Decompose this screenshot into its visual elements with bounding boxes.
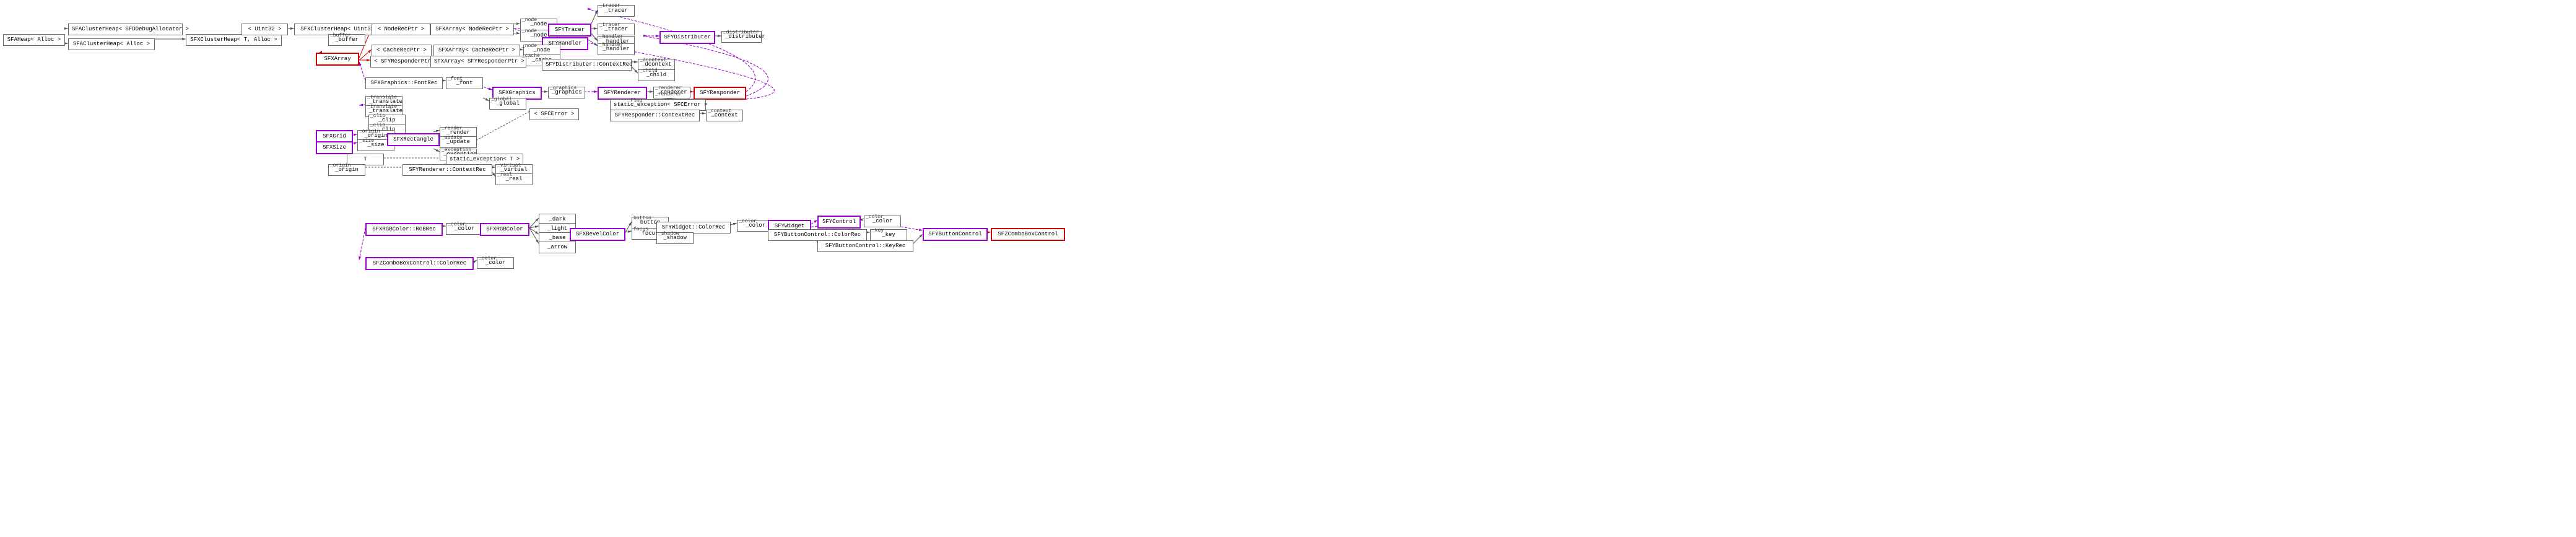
node-SFXArray_CacheRecPtr: SFXArray< CacheRecPtr > [433, 45, 520, 56]
node-arrow_label: _arrow [539, 242, 576, 253]
edge-label: _node [522, 28, 537, 34]
node-SFYDistributer: SFYDistributer [659, 31, 715, 44]
node-SFYButtonControl_ColorRec: SFYButtonControl::ColorRec [768, 229, 867, 241]
node-SFXClusterHeap_T_Alloc: SFXClusterHeap< T, Alloc > [186, 34, 282, 46]
edge-label: _dcontext [640, 58, 666, 63]
edge-label: _exception [442, 147, 471, 153]
edge-label: _context [708, 108, 731, 114]
node-SFYControl: SFYControl [817, 216, 861, 229]
node-SFAClusterHeap_Alloc: SFAClusterHeap< Alloc > [68, 38, 155, 50]
edge-label: _translate [367, 95, 397, 100]
edge-label: _node [522, 17, 537, 23]
edge-label: _distributer [723, 30, 759, 35]
edge-label: _virtual [497, 163, 521, 168]
edge-label: _size [359, 138, 374, 144]
node-SFAHeap_Alloc: SFAHeap< Alloc > [3, 34, 65, 46]
node-SFXRGBColor_RGBRec: SFXRGBColor::RGBRec [365, 223, 443, 236]
node-SFYResponder_ContextRec: SFYResponder::ContextRec [610, 110, 700, 121]
edge-label: _color [866, 214, 884, 220]
node-SFYButtonControl_KeyRec: SFYButtonControl::KeyRec [817, 240, 913, 252]
edge-label: _render [442, 126, 463, 131]
edge-label: _graphics [550, 85, 577, 91]
edge-label: _node [522, 43, 537, 49]
node-SFXRectangle: SFXRectangle [387, 133, 440, 146]
edge-label: _shadow [658, 231, 679, 237]
edge-label: _global [491, 97, 512, 102]
edge-label: _translate [367, 104, 397, 110]
edge-label: _clip [370, 113, 385, 119]
edge-label: focus [633, 227, 648, 232]
edge-label: _real [497, 172, 512, 178]
edge-label: _handler [599, 42, 623, 48]
edge-label: _tracer [599, 22, 620, 28]
node-SFYTracer: SFYTracer [548, 24, 591, 37]
edge-label: _renderer [655, 85, 682, 91]
node-SFYRenderer_ContextRec: SFYRenderer::ContextRec [402, 164, 492, 176]
edge-label: _flag [627, 98, 642, 103]
node-SFYDistributer_ContextRec: SFYDistributer::ContextRec [542, 59, 632, 71]
edge-label: _handler [599, 34, 623, 40]
edge-label: _font [448, 76, 463, 82]
node-SFXSize: SFXSize [316, 141, 353, 154]
node-SFAClusterHeap_SFDDebugAllocator: SFAClusterHeap< SFDDebugAllocator > [68, 24, 183, 35]
diagram-container: SFAHeap< Alloc >SFAClusterHeap< SFDDebug… [0, 0, 2576, 537]
edge-label: _origin [359, 129, 380, 134]
node-SFXBevelColor: SFXBevelColor [570, 228, 625, 241]
node-SFYResponder: SFYResponder [694, 87, 746, 100]
edge-label: _color [739, 219, 757, 224]
edge-label: _color [448, 222, 466, 227]
edge-label: _tracer [599, 3, 620, 9]
node-SFXArray_SFYResponderPtr: SFXArray< SFYResponderPtr > [430, 56, 526, 68]
edge-label: _buffer [330, 33, 351, 38]
edge-label: _renderer [655, 92, 682, 97]
edge-label: _origin [330, 163, 351, 168]
edge-label: _child [640, 68, 658, 74]
node-Uint32: < Uint32 > [242, 24, 288, 35]
node-T_tmpl: T [347, 154, 384, 165]
node-NodeRecPtr_tmpl: < NodeRecPtr > [372, 24, 430, 35]
node-SFXGraphics_FontRec: SFXGraphics::FontRec [365, 77, 443, 89]
node-SFXArray_NodeRecPtr: SFXArray< NodeRecPtr > [430, 24, 514, 35]
node-CacheRecPtr_tmpl: < CacheRecPtr > [372, 45, 432, 56]
node-SFXArray: SFXArray [316, 53, 359, 66]
edge-label: _update [442, 135, 463, 141]
edge-label: _cache [522, 53, 540, 59]
edge-label: button [633, 216, 651, 221]
node-static_exception_SFCError: static_exception< SFCError > [610, 99, 706, 111]
node-SFZComboBoxControl: SFZComboBoxControl [991, 228, 1065, 241]
node-SFCError_tmpl: < SFCError > [529, 108, 579, 120]
node-SFZComboBoxControl_ColorRec: SFZComboBoxControl::ColorRec [365, 257, 474, 270]
edge-label: _key [872, 228, 884, 234]
edge-label: _color [479, 256, 497, 261]
node-SFYButtonControl: SFYButtonControl [923, 228, 988, 241]
node-SFXRGBColor: SFXRGBColor [480, 223, 529, 236]
edge-label: _clip [370, 123, 385, 128]
